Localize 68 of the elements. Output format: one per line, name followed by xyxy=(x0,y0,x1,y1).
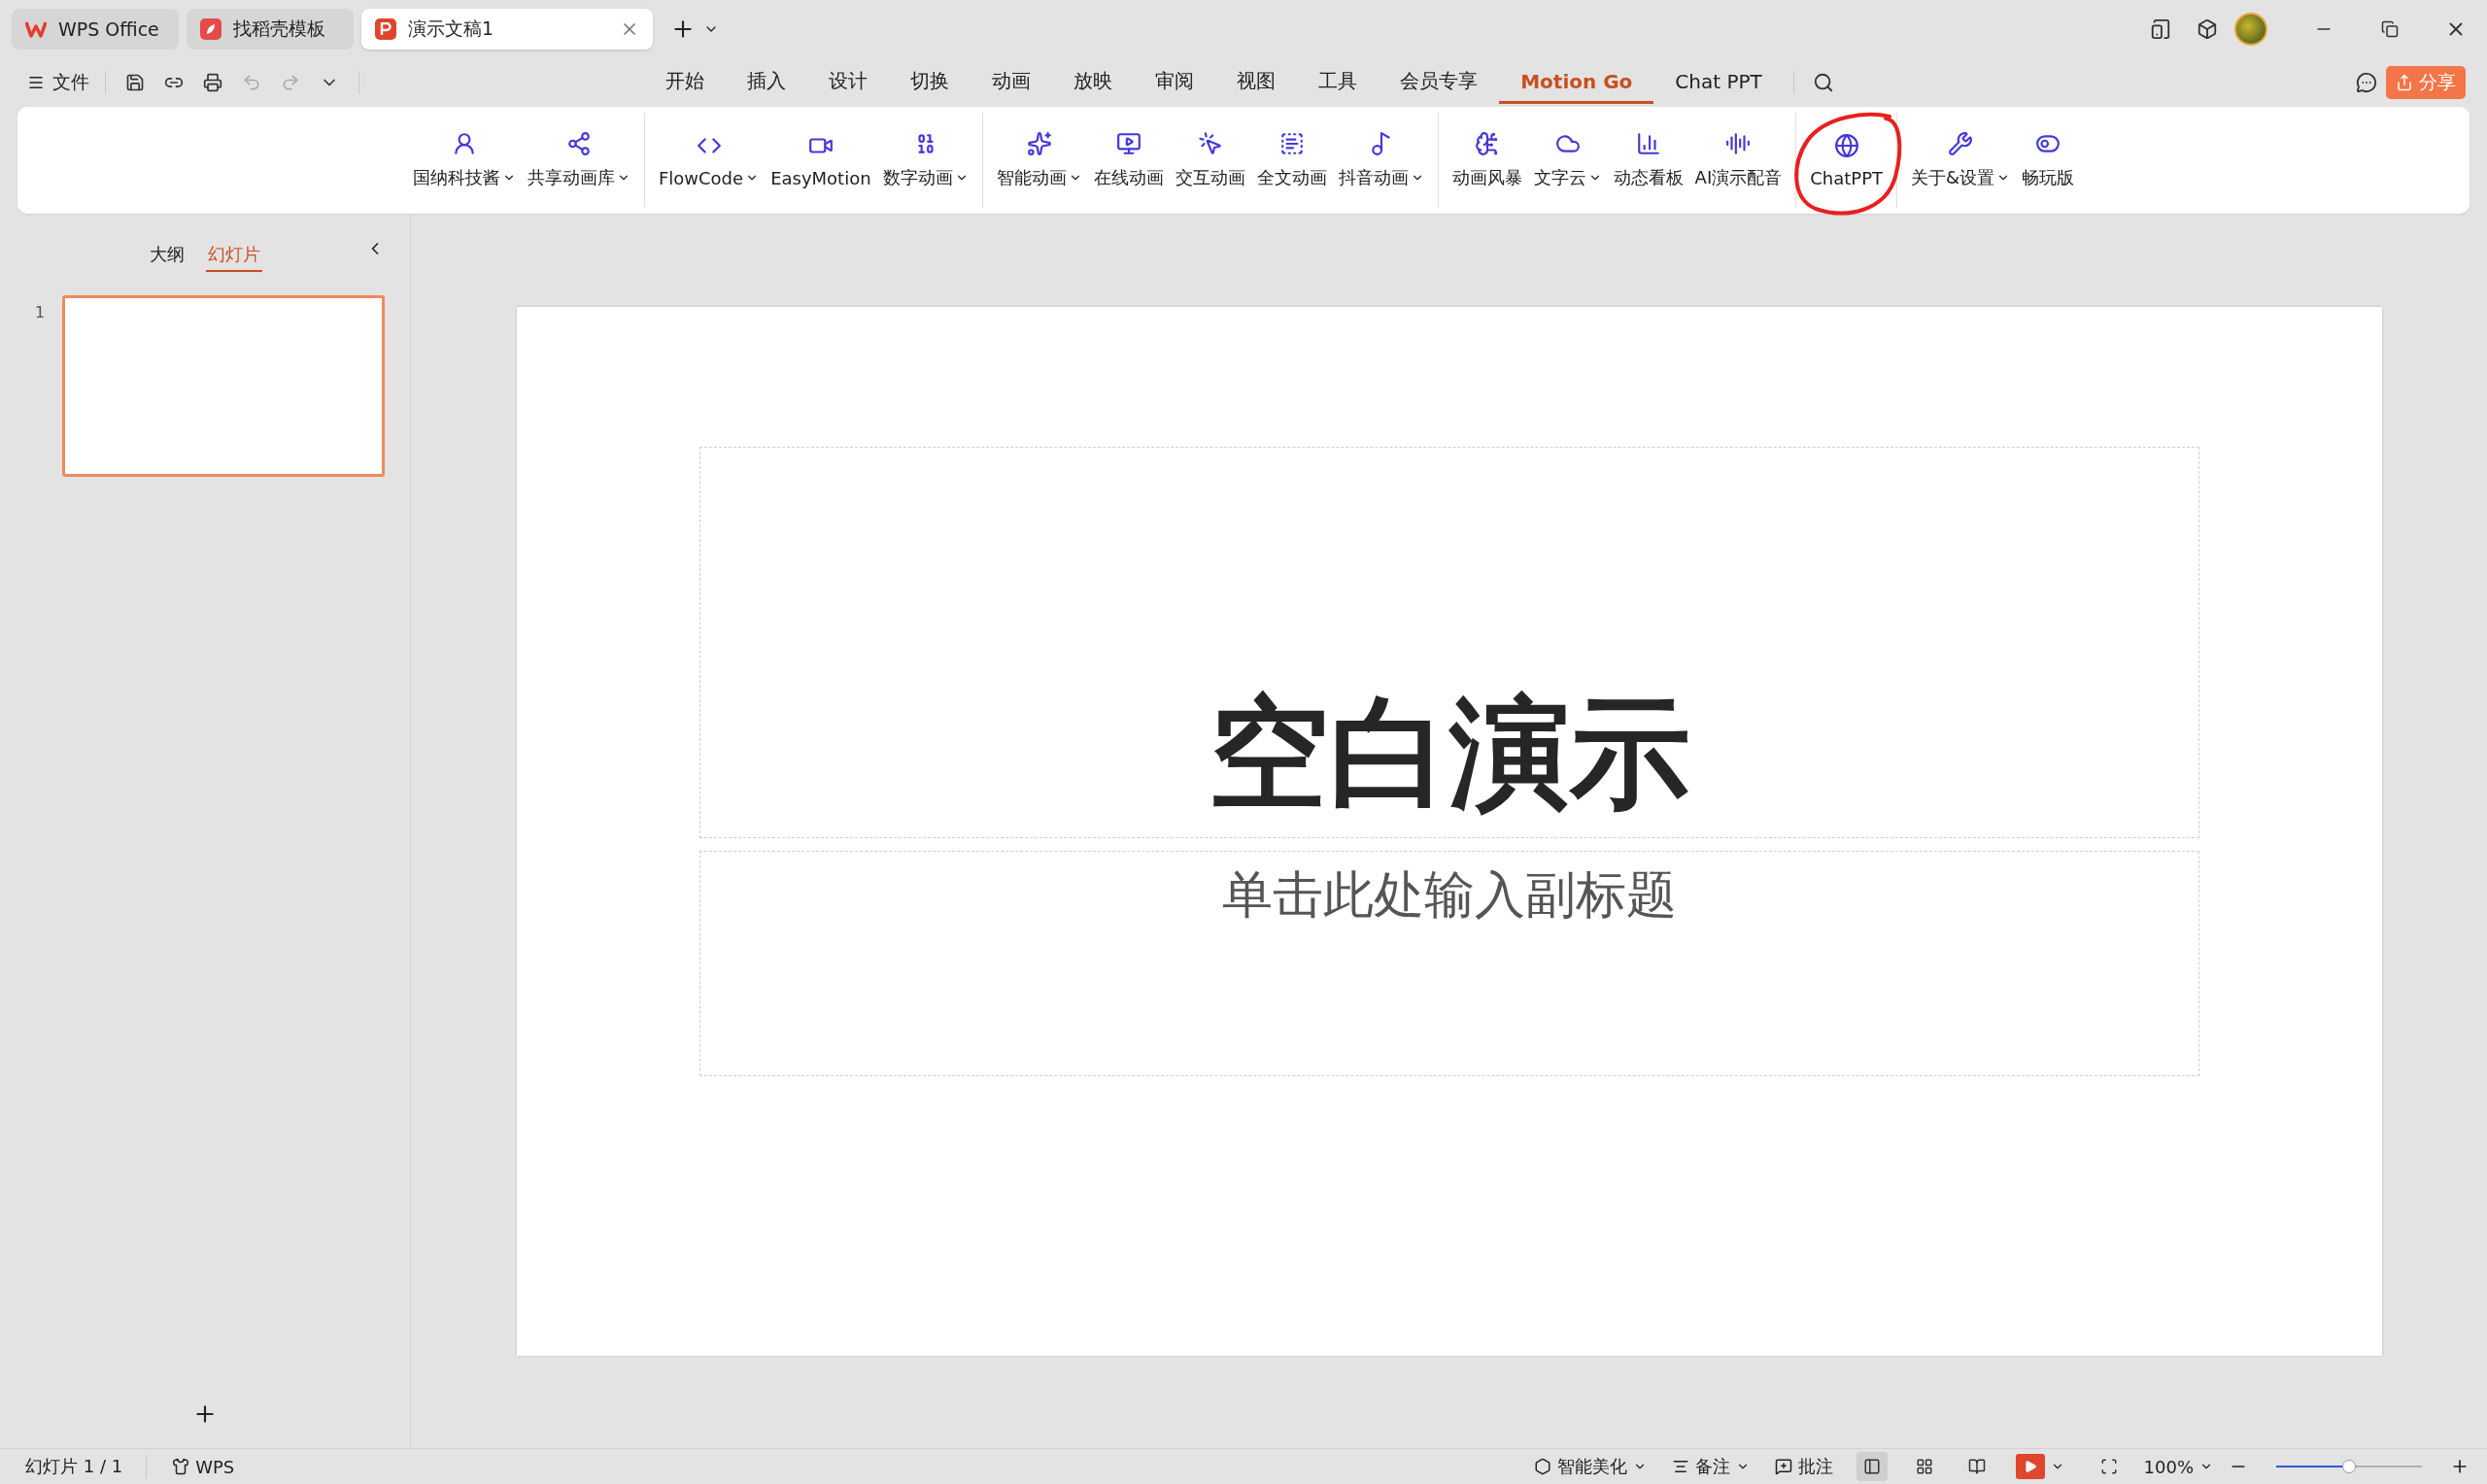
slide-count: 幻灯片 1 / 1 xyxy=(24,1455,124,1478)
comment-plus-icon xyxy=(1774,1458,1792,1475)
zoom-dropdown[interactable]: 100% xyxy=(2133,1454,2223,1479)
ribbon-tab[interactable]: 放映 xyxy=(1052,60,1135,105)
chart-icon xyxy=(1635,131,1661,156)
ribbon-button[interactable]: 动态看板 xyxy=(1607,113,1689,208)
lines-icon xyxy=(1671,1458,1689,1475)
ribbon-button[interactable]: 文字云 xyxy=(1527,113,1608,208)
subtitle-placeholder[interactable]: 单击此处输入副标题 xyxy=(698,850,2199,1076)
ribbon-button[interactable]: 数字动画 xyxy=(876,113,974,208)
ribbon-button[interactable]: 动画风暴 xyxy=(1446,113,1528,208)
ribbon-button[interactable]: 交互动画 xyxy=(1169,113,1251,208)
ribbon-button[interactable]: 共享动画库 xyxy=(521,113,636,208)
ribbon-button[interactable]: EasyMotion xyxy=(765,113,877,208)
ribbon-tab[interactable]: 插入 xyxy=(726,60,808,105)
notes-button[interactable]: 备注 xyxy=(1661,1453,1759,1480)
presentation-logo-icon xyxy=(375,18,396,40)
ribbon-button[interactable]: 在线动画 xyxy=(1087,113,1170,208)
hexagon-icon xyxy=(1533,1458,1551,1475)
panel-tab[interactable]: 大纲 xyxy=(148,239,187,272)
globe-icon xyxy=(1833,132,1859,158)
play-icon xyxy=(2023,1460,2037,1473)
document-tab[interactable]: 找稻壳模板 xyxy=(187,9,354,50)
ribbon-tab[interactable]: Motion Go xyxy=(1499,61,1654,104)
ribbon-tab[interactable]: 工具 xyxy=(1297,60,1380,105)
document-tab[interactable]: 演示文稿1 xyxy=(361,9,653,50)
avatar[interactable] xyxy=(2234,13,2267,46)
ribbon-tab[interactable]: 审阅 xyxy=(1134,60,1216,105)
ribbon-tab[interactable]: Chat PPT xyxy=(1653,61,1784,104)
slider-thumb[interactable] xyxy=(2342,1460,2356,1473)
ribbon-tab[interactable]: 开始 xyxy=(644,60,727,105)
ribbon-button[interactable]: FlowCode xyxy=(652,113,766,208)
theme-button[interactable]: WPS xyxy=(162,1454,245,1479)
file-menu[interactable]: 文件 xyxy=(21,66,95,99)
ribbon-tab[interactable]: 切换 xyxy=(889,60,971,105)
ribbon-button[interactable]: 畅玩版 xyxy=(2016,113,2081,208)
document-tab[interactable]: WPS Office xyxy=(12,9,179,50)
leaf-logo-icon xyxy=(200,18,221,40)
audio-wave-icon xyxy=(1725,131,1752,156)
star-icon xyxy=(1026,131,1052,156)
ribbon-button[interactable]: 全文动画 xyxy=(1250,113,1333,208)
ribbon-tab[interactable]: 动画 xyxy=(971,60,1053,105)
ribbon-button[interactable]: 关于&设置 xyxy=(1905,113,2017,208)
slide-thumbnail[interactable] xyxy=(62,295,386,477)
ribbon-button[interactable]: 抖音动画 xyxy=(1332,113,1430,208)
title-placeholder[interactable]: 空白演示 xyxy=(698,446,2199,838)
share-icon xyxy=(2396,74,2413,91)
share-nodes-icon xyxy=(565,131,592,156)
beautify-button[interactable]: 智能美化 xyxy=(1523,1453,1656,1480)
ribbon-button[interactable]: ChatPPT xyxy=(1804,113,1889,208)
pointer-icon xyxy=(1197,131,1223,156)
wrench-icon xyxy=(1948,131,1973,156)
menu-icon xyxy=(27,74,45,91)
ribbon-button[interactable]: AI演示配音 xyxy=(1688,113,1789,208)
ribbon-button[interactable]: 国纳科技酱 xyxy=(406,113,522,208)
ribbon-button[interactable]: 智能动画 xyxy=(990,113,1088,208)
shirt-icon xyxy=(172,1458,190,1475)
wps-logo-icon xyxy=(25,20,47,38)
ribbon-tab[interactable]: 视图 xyxy=(1215,60,1298,105)
ribbon-tab[interactable]: 设计 xyxy=(807,60,890,105)
ribbon-tab[interactable]: 会员专享 xyxy=(1379,60,1500,105)
slide-title: 空白演示 xyxy=(1208,687,1690,820)
slide-subtitle: 单击此处输入副标题 xyxy=(1221,863,1677,926)
comments-button[interactable]: 批注 xyxy=(1764,1453,1843,1480)
normal-view-icon[interactable] xyxy=(1856,1452,1888,1481)
panel-tab[interactable]: 幻灯片 xyxy=(206,239,262,272)
slide-number: 1 xyxy=(35,302,46,321)
play-button[interactable] xyxy=(2015,1454,2045,1479)
